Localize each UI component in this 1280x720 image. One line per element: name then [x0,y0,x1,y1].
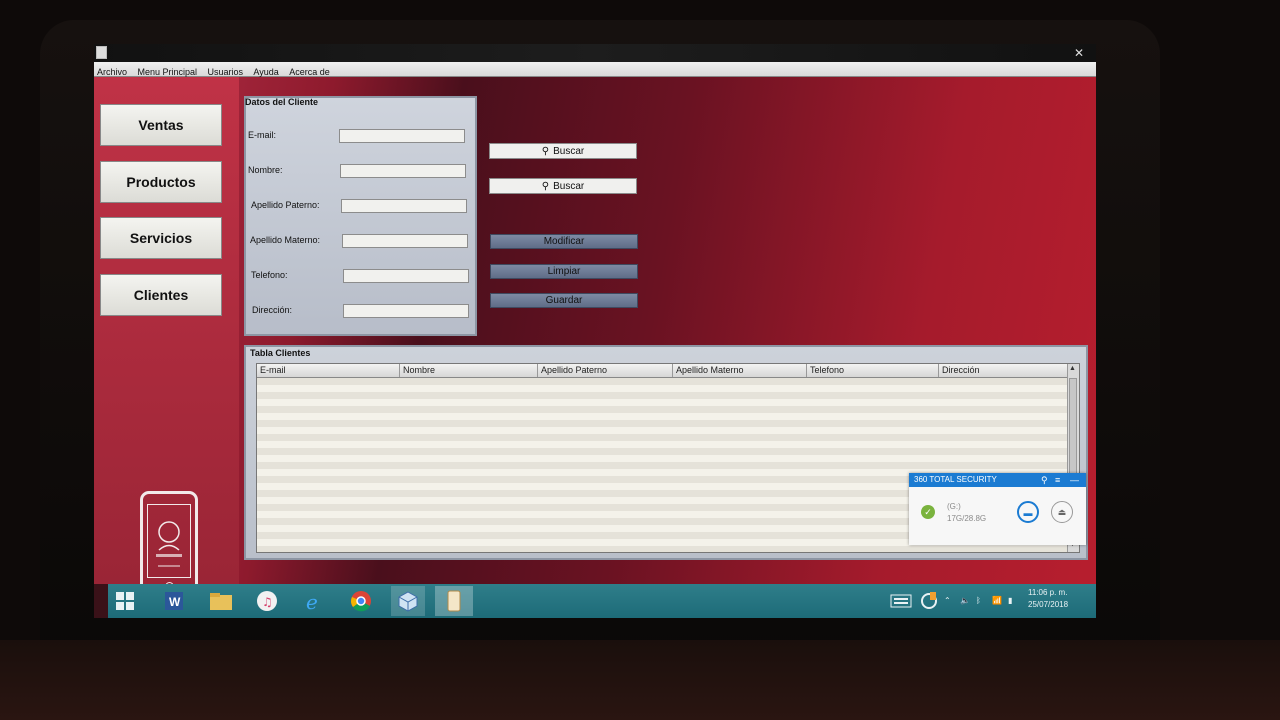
label-telefono: Telefono: [251,270,288,280]
check-icon: ✓ [921,505,935,519]
direccion-field[interactable] [343,304,469,318]
window-titlebar: ✕ [94,44,1096,62]
svg-text:W: W [169,595,181,609]
eject-icon[interactable]: ⏏ [1051,501,1073,523]
modificar-button[interactable]: Modificar [490,234,638,249]
tabla-clientes-title: Tabla Clientes [250,348,311,358]
label-nombre: Nombre: [248,165,283,175]
scroll-up-icon[interactable]: ▲ [1069,365,1076,372]
security-header: 360 TOTAL SECURITY ⚲ ≡ — [909,473,1086,487]
close-button[interactable]: ✕ [1074,44,1084,62]
apellido-paterno-field[interactable] [341,199,467,213]
nav-productos-button[interactable]: Productos [100,161,222,203]
label-apellido-paterno: Apellido Paterno: [251,200,320,210]
java-app-icon[interactable] [435,586,473,616]
window-icon [96,46,107,59]
desk-surface [0,640,1280,720]
clock-date[interactable]: 25/07/2018 [1028,598,1068,612]
file-explorer-icon[interactable] [208,588,234,614]
phone-logo-icon [140,491,198,597]
word-icon[interactable]: W [161,588,187,614]
security-title: 360 TOTAL SECURITY [914,475,997,484]
drive-label: (G:) [947,502,961,511]
open-folder-icon[interactable]: ▬ [1017,501,1039,523]
nav-ventas-button[interactable]: Ventas [100,104,222,146]
email-field[interactable] [339,129,465,143]
buscar-label-1: Buscar [553,145,585,157]
nav-clientes-button[interactable]: Clientes [100,274,222,316]
col-direccion[interactable]: Dirección [939,364,1067,377]
limpiar-button[interactable]: Limpiar [490,264,638,279]
table-header: E-mail Nombre Apellido Paterno Apellido … [257,364,1067,378]
menu-icon[interactable]: ≡ [1055,473,1060,487]
buscar-label-2: Buscar [553,180,585,192]
telefono-field[interactable] [343,269,469,283]
datos-cliente-title: Datos del Cliente [245,97,319,107]
taskbar: W ♫ e ⌃ 🔈 ᛒ 📶 ▮ 11:06 p. m. 25/07/2018 [108,584,1096,618]
col-apellido-materno[interactable]: Apellido Materno [673,364,807,377]
col-telefono[interactable]: Telefono [807,364,939,377]
sidebar: Ventas Productos Servicios Clientes [94,77,239,597]
minimize-icon[interactable]: — [1070,473,1079,487]
chevron-up-icon[interactable]: ⌃ [944,584,951,618]
menubar: Archivo Menu Principal Usuarios Ayuda Ac… [94,62,1096,77]
buscar-button-2[interactable]: ⚲ Buscar [489,178,637,194]
chrome-icon[interactable] [348,588,374,614]
svg-text:♫: ♫ [262,595,273,609]
col-email[interactable]: E-mail [257,364,400,377]
itunes-icon[interactable]: ♫ [254,588,280,614]
keyboard-icon[interactable] [890,584,912,618]
volume-icon[interactable]: 🔈 [960,584,970,618]
col-apellido-paterno[interactable]: Apellido Paterno [538,364,673,377]
app-content: Ventas Productos Servicios Clientes Dato… [94,77,1096,597]
network-icon[interactable]: 📶 [992,584,1002,618]
label-apellido-materno: Apellido Materno: [250,235,321,245]
security-notification: 360 TOTAL SECURITY ⚲ ≡ — ✓ (G:) 17G/28.8… [909,473,1086,545]
col-nombre[interactable]: Nombre [400,364,538,377]
svg-text:e: e [306,590,318,612]
nombre-field[interactable] [340,164,466,178]
head-silhouette-icon [156,521,182,567]
start-button[interactable] [112,588,138,614]
battery-icon[interactable]: ▮ [1008,584,1012,618]
windows-logo-icon [116,592,134,610]
label-email: E-mail: [248,130,277,140]
buscar-button-1[interactable]: ⚲ Buscar [489,143,637,159]
apellido-materno-field[interactable] [342,234,468,248]
guardar-button[interactable]: Guardar [490,293,638,308]
search-icon[interactable]: ⚲ [1041,473,1048,487]
virtualbox-icon[interactable] [391,586,425,616]
screen: ✕ Archivo Menu Principal Usuarios Ayuda … [94,44,1096,618]
phone-screen [147,504,191,578]
datos-cliente-panel: Datos del Cliente E-mail: Nombre: Apelli… [244,96,477,336]
nav-servicios-button[interactable]: Servicios [100,217,222,259]
search-icon: ⚲ [541,145,550,157]
drive-size: 17G/28.8G [947,514,987,523]
label-direccion: Dirección: [252,305,293,315]
search-icon: ⚲ [541,180,550,192]
bluetooth-icon[interactable]: ᛒ [976,584,981,618]
security-tray-icon[interactable] [920,584,938,618]
internet-explorer-icon[interactable]: e [301,588,327,614]
